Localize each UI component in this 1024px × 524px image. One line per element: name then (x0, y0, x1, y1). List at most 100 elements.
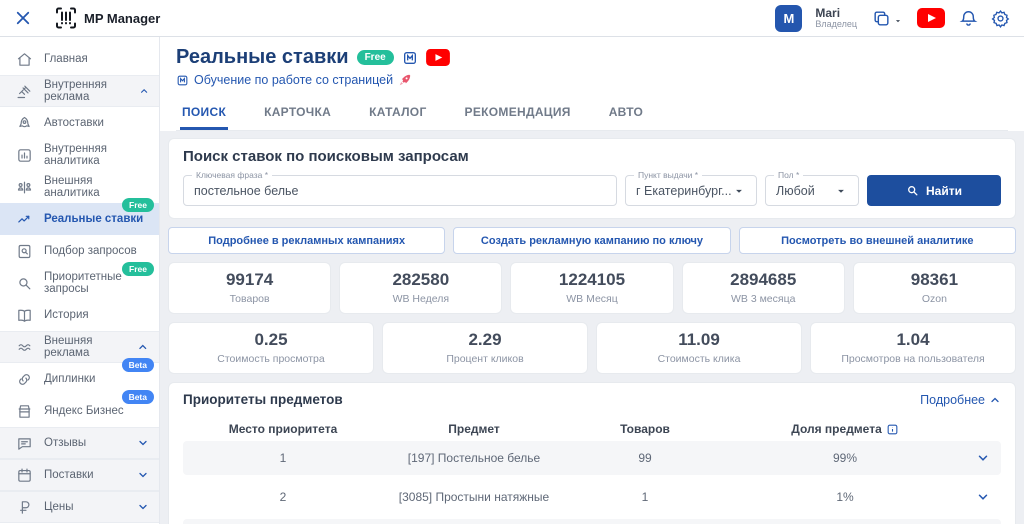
sidebar-item-rocket[interactable]: Автоставки (0, 107, 159, 139)
chevron-up-icon (137, 341, 149, 353)
sidebar-item-label: Подбор запросов (44, 245, 137, 257)
close-icon[interactable] (14, 9, 32, 27)
stat-card: 98361Ozon (853, 262, 1016, 314)
cell-subject: [197] Постельное белье (383, 451, 565, 465)
youtube-icon[interactable] (916, 8, 946, 28)
stat-label: WB 3 месяца (687, 293, 840, 305)
user-role: Владелец (815, 20, 857, 29)
stat-card: 11.09 Стоимость клика (596, 322, 802, 374)
beta-badge: Beta (122, 390, 154, 404)
workspace-switcher[interactable] (872, 9, 903, 28)
keyword-field[interactable]: Ключевая фраза * (183, 175, 617, 206)
sidebar-item-label: Диплинки (44, 373, 95, 385)
cell-share: 1% (725, 490, 965, 504)
sidebar-item-chart[interactable]: Внутренняя аналитика (0, 139, 159, 171)
youtube-tutorial-icon[interactable] (426, 49, 450, 66)
cell-place: 2 (183, 490, 383, 504)
info-icon (886, 423, 899, 436)
sidebar-item-calendar[interactable]: Поставки (0, 459, 159, 491)
chevron-down-icon (732, 184, 746, 198)
table-row[interactable]: 3[605] Наволочки00% (183, 519, 1001, 524)
chevron-down-icon[interactable] (976, 451, 990, 465)
stat-label: Товаров (173, 293, 326, 305)
action-button-2[interactable]: Создать рекламную кампанию по ключу (453, 227, 730, 254)
page-header: Реальные ставки Free Обучение по работе … (160, 37, 1024, 131)
tab-карточка[interactable]: КАРТОЧКА (262, 99, 333, 130)
training-link[interactable]: Обучение по работе со страницей (176, 73, 1008, 87)
action-button-1[interactable]: Подробнее в рекламных кампаниях (168, 227, 445, 254)
sidebar-item-book[interactable]: История (0, 299, 159, 331)
stat-value: 0.25 (173, 330, 369, 350)
calendar-icon (16, 467, 33, 484)
magnifier-icon (16, 275, 33, 292)
chevron-down-icon (834, 184, 848, 198)
guide-icon[interactable] (402, 50, 418, 66)
sidebar-item-store[interactable]: BetaЯндекс Бизнес (0, 395, 159, 427)
chevron-down-icon[interactable] (976, 490, 990, 504)
more-link[interactable]: Подробнее (920, 393, 1001, 407)
column-header: Доля предмета (725, 422, 965, 436)
app-name: MP Manager (84, 11, 160, 26)
sidebar-item-trend[interactable]: FreeРеальные ставки (0, 203, 159, 235)
chevron-down-icon (137, 437, 149, 449)
stat-value: 1.04 (815, 330, 1011, 350)
sidebar-item-label: Цены (44, 501, 74, 513)
tab-каталог[interactable]: КАТАЛОГ (367, 99, 428, 130)
sidebar-item-home[interactable]: Главная (0, 43, 159, 75)
gender-label: Пол * (774, 170, 803, 180)
cell-goods: 1 (565, 490, 725, 504)
table-header: Место приоритетаПредметТоваровДоля предм… (183, 417, 1001, 441)
tab-авто[interactable]: АВТО (607, 99, 645, 130)
sidebar-item-magnifier[interactable]: FreeПриоритетные запросы (0, 267, 159, 299)
section-title: Поиск ставок по поисковым запросам (183, 148, 1001, 165)
keyword-input[interactable] (194, 184, 606, 198)
stat-card: 1224105 WB Месяц (510, 262, 673, 314)
cell-place: 1 (183, 451, 383, 465)
stat-card: 282580WB Неделя (339, 262, 502, 314)
book-icon (16, 307, 33, 324)
chevron-down-icon (137, 469, 149, 481)
stat-label: Стоимость клика (601, 353, 797, 365)
search-button-label: Найти (926, 184, 962, 198)
free-badge: Free (122, 198, 154, 212)
stat-value: 99174 (173, 270, 326, 290)
search-bets-card: Поиск ставок по поисковым запросам Ключе… (168, 138, 1016, 219)
store-icon (16, 403, 33, 420)
table-row[interactable]: 2[3085] Простыни натяжные11% (183, 480, 1001, 514)
keyword-label: Ключевая фраза * (192, 170, 272, 180)
link-icon (16, 371, 33, 388)
priorities-title: Приоритеты предметов (183, 392, 343, 407)
gear-icon[interactable] (991, 9, 1010, 28)
free-badge: Free (122, 262, 154, 276)
rocket-icon (16, 115, 33, 132)
sidebar-item-gavel[interactable]: Внутренняя реклама (0, 75, 159, 107)
bell-icon[interactable] (959, 9, 978, 28)
trend-icon (16, 211, 33, 228)
stat-value: 1224105 (515, 270, 668, 290)
tab-рекомендация[interactable]: РЕКОМЕНДАЦИЯ (463, 99, 573, 130)
stat-card: 99174 Товаров (168, 262, 331, 314)
pickup-point-label: Пункт выдачи * (634, 170, 702, 180)
tab-поиск[interactable]: ПОИСК (180, 99, 228, 130)
column-header: Товаров (565, 422, 725, 436)
stat-value: 98361 (858, 270, 1011, 290)
gender-select[interactable]: Пол * Любой (765, 175, 859, 206)
user-name: Mari (815, 7, 857, 20)
sidebar-item-ruble[interactable]: Цены (0, 491, 159, 523)
table-row[interactable]: 1[197] Постельное белье9999% (183, 441, 1001, 475)
stat-label: WB Месяц (515, 293, 668, 305)
avatar[interactable]: M (775, 5, 802, 32)
search-button[interactable]: Найти (867, 175, 1001, 206)
app-logo[interactable]: MP Manager (54, 6, 160, 30)
more-link-label: Подробнее (920, 393, 985, 407)
chevron-down-icon (137, 501, 149, 513)
rocket-emoji-icon (398, 73, 412, 87)
stat-card: 1.04Просмотров на пользователя (810, 322, 1016, 374)
pickup-point-select[interactable]: Пункт выдачи * г Екатеринбург... (625, 175, 757, 206)
stat-value: 11.09 (601, 330, 797, 350)
action-button-3[interactable]: Посмотреть во внешней аналитике (739, 227, 1016, 254)
sidebar-item-comment[interactable]: Отзывы (0, 427, 159, 459)
sidebar-item-label: История (44, 309, 89, 321)
sidebar-item-label: Отзывы (44, 437, 86, 449)
chevron-up-icon (139, 85, 149, 97)
